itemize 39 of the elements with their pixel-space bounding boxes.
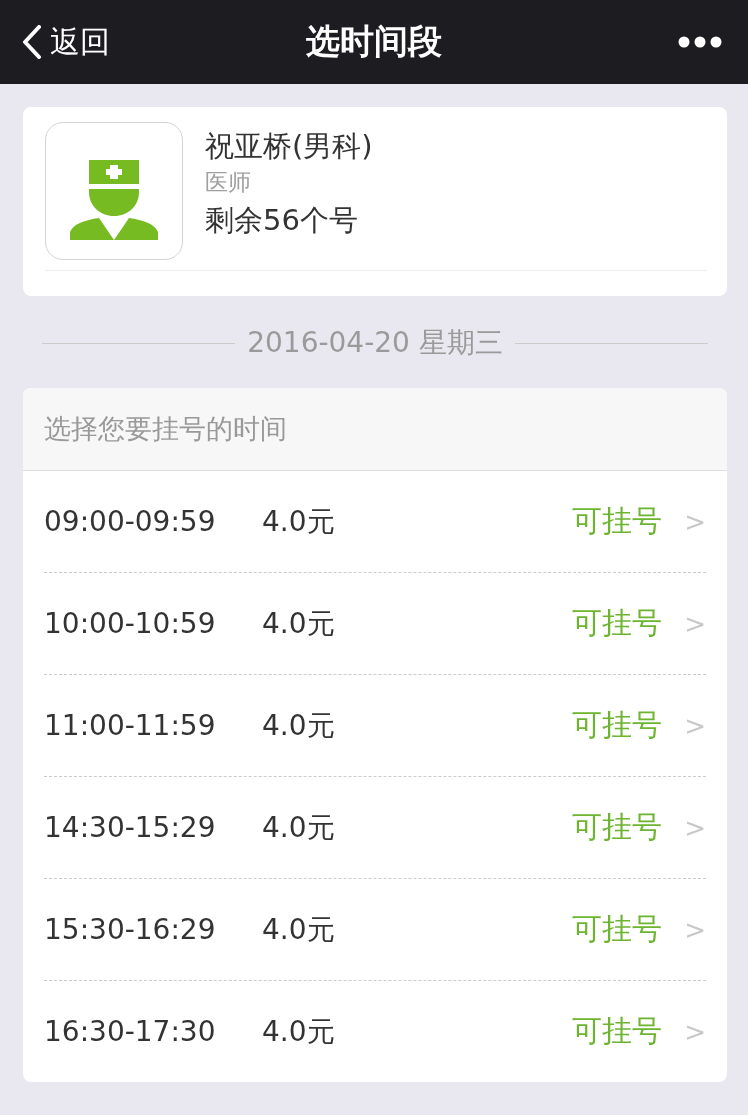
doctor-name: 祝亚桥(男科) <box>205 128 373 164</box>
chevron: > <box>684 608 706 639</box>
more-icon[interactable] <box>678 36 722 48</box>
time-range: 16:30-17:30 <box>44 1015 217 1048</box>
chevron: > <box>684 1016 706 1047</box>
price: 4.0元 <box>262 503 335 540</box>
chevron: > <box>684 914 706 945</box>
availability-status: 可挂号 <box>572 910 663 948</box>
availability-status: 可挂号 <box>572 1012 663 1050</box>
time-slot-row[interactable]: 11:00-11:59 4.0元 可挂号 > <box>44 675 706 777</box>
price: 4.0元 <box>262 707 335 744</box>
time-range: 15:30-16:29 <box>44 913 217 946</box>
time-range: 11:00-11:59 <box>44 709 217 742</box>
back-button[interactable]: 返回 <box>0 21 110 63</box>
price: 4.0元 <box>262 809 335 846</box>
price: 4.0元 <box>262 911 335 948</box>
availability-status: 可挂号 <box>572 706 663 744</box>
chevron: > <box>684 710 706 741</box>
chevron: > <box>684 506 706 537</box>
back-icon <box>22 25 42 59</box>
price: 4.0元 <box>262 605 335 642</box>
availability-status: 可挂号 <box>572 808 663 846</box>
time-slot-row[interactable]: 14:30-15:29 4.0元 可挂号 > <box>44 777 706 879</box>
time-range: 10:00-10:59 <box>44 607 217 640</box>
time-slot-row[interactable]: 15:30-16:29 4.0元 可挂号 > <box>44 879 706 981</box>
availability-status: 可挂号 <box>572 604 663 642</box>
date-label: 2016-04-20 星期三 <box>247 325 503 361</box>
chevron: > <box>684 812 706 843</box>
doctor-title: 医师 <box>205 168 252 197</box>
price: 4.0元 <box>262 1013 335 1050</box>
availability-status: 可挂号 <box>572 502 663 540</box>
time-slot-row[interactable]: 10:00-10:59 4.0元 可挂号 > <box>44 573 706 675</box>
time-range: 09:00-09:59 <box>44 505 217 538</box>
time-range: 14:30-15:29 <box>44 811 217 844</box>
remaining-count: 剩余56个号 <box>205 202 359 239</box>
time-slot-row[interactable]: 09:00-09:59 4.0元 可挂号 > <box>44 471 706 573</box>
time-slot-row[interactable]: 16:30-17:30 4.0元 可挂号 > <box>44 981 706 1082</box>
page-title: 选时间段 <box>306 20 442 63</box>
list-header-text: 选择您要挂号的时间 <box>44 412 287 446</box>
